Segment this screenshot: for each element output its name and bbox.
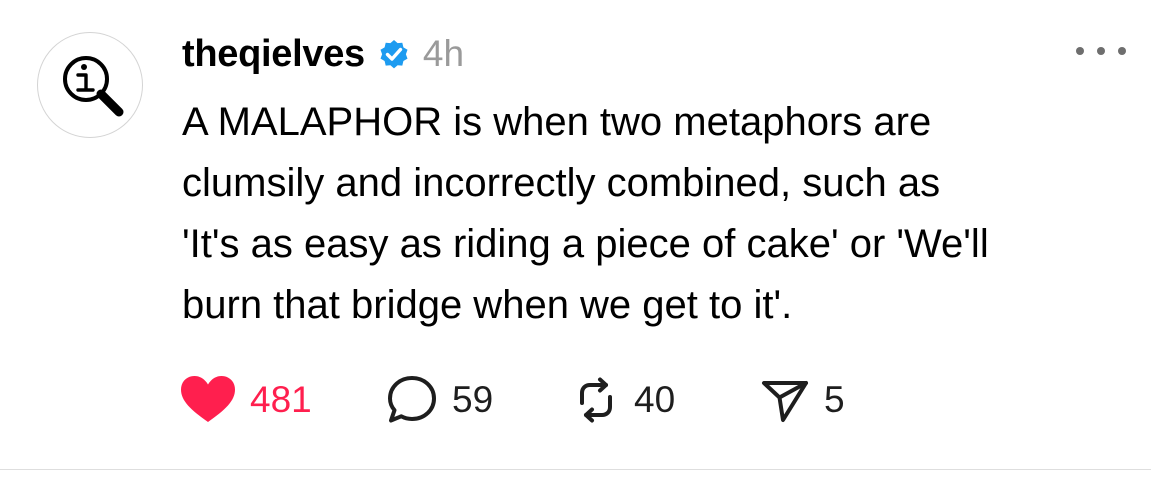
share-count: 5 bbox=[824, 379, 845, 420]
heart-filled-icon bbox=[181, 376, 235, 422]
post-text-line: clumsily and incorrectly combined, such … bbox=[182, 161, 941, 205]
more-dot bbox=[1097, 47, 1105, 55]
post-text: A MALAPHOR is when two metaphors are clu… bbox=[182, 92, 1132, 336]
post-text-line: A MALAPHOR is when two metaphors are bbox=[182, 100, 932, 144]
post-card: theqielves 4h A MALAPHOR is when two met… bbox=[0, 0, 1151, 493]
more-dot bbox=[1118, 47, 1126, 55]
avatar[interactable] bbox=[37, 32, 143, 138]
more-dot bbox=[1076, 47, 1084, 55]
verified-badge-icon bbox=[377, 37, 411, 71]
share-button[interactable]: 5 bbox=[760, 370, 845, 430]
info-magnifier-icon bbox=[63, 56, 124, 117]
repost-count: 40 bbox=[634, 379, 676, 420]
like-button[interactable]: 481 bbox=[180, 370, 312, 430]
more-options-icon[interactable] bbox=[1076, 36, 1126, 66]
post-actions: 481 59 40 5 bbox=[180, 370, 880, 430]
post-text-line: 'It's as easy as riding a piece of cake'… bbox=[182, 222, 989, 266]
like-count: 481 bbox=[250, 379, 312, 420]
reply-button[interactable]: 59 bbox=[386, 370, 493, 430]
divider bbox=[0, 469, 1151, 470]
username[interactable]: theqielves bbox=[182, 33, 365, 76]
reply-count: 59 bbox=[452, 379, 494, 420]
repost-icon bbox=[580, 377, 612, 423]
timestamp: 4h bbox=[422, 33, 465, 74]
comment-bubble-icon bbox=[388, 376, 436, 423]
repost-button[interactable]: 40 bbox=[572, 370, 675, 430]
post-header: theqielves 4h bbox=[182, 26, 464, 82]
send-icon bbox=[762, 381, 808, 422]
post-text-line: burn that bridge when we get to it'. bbox=[182, 283, 793, 327]
